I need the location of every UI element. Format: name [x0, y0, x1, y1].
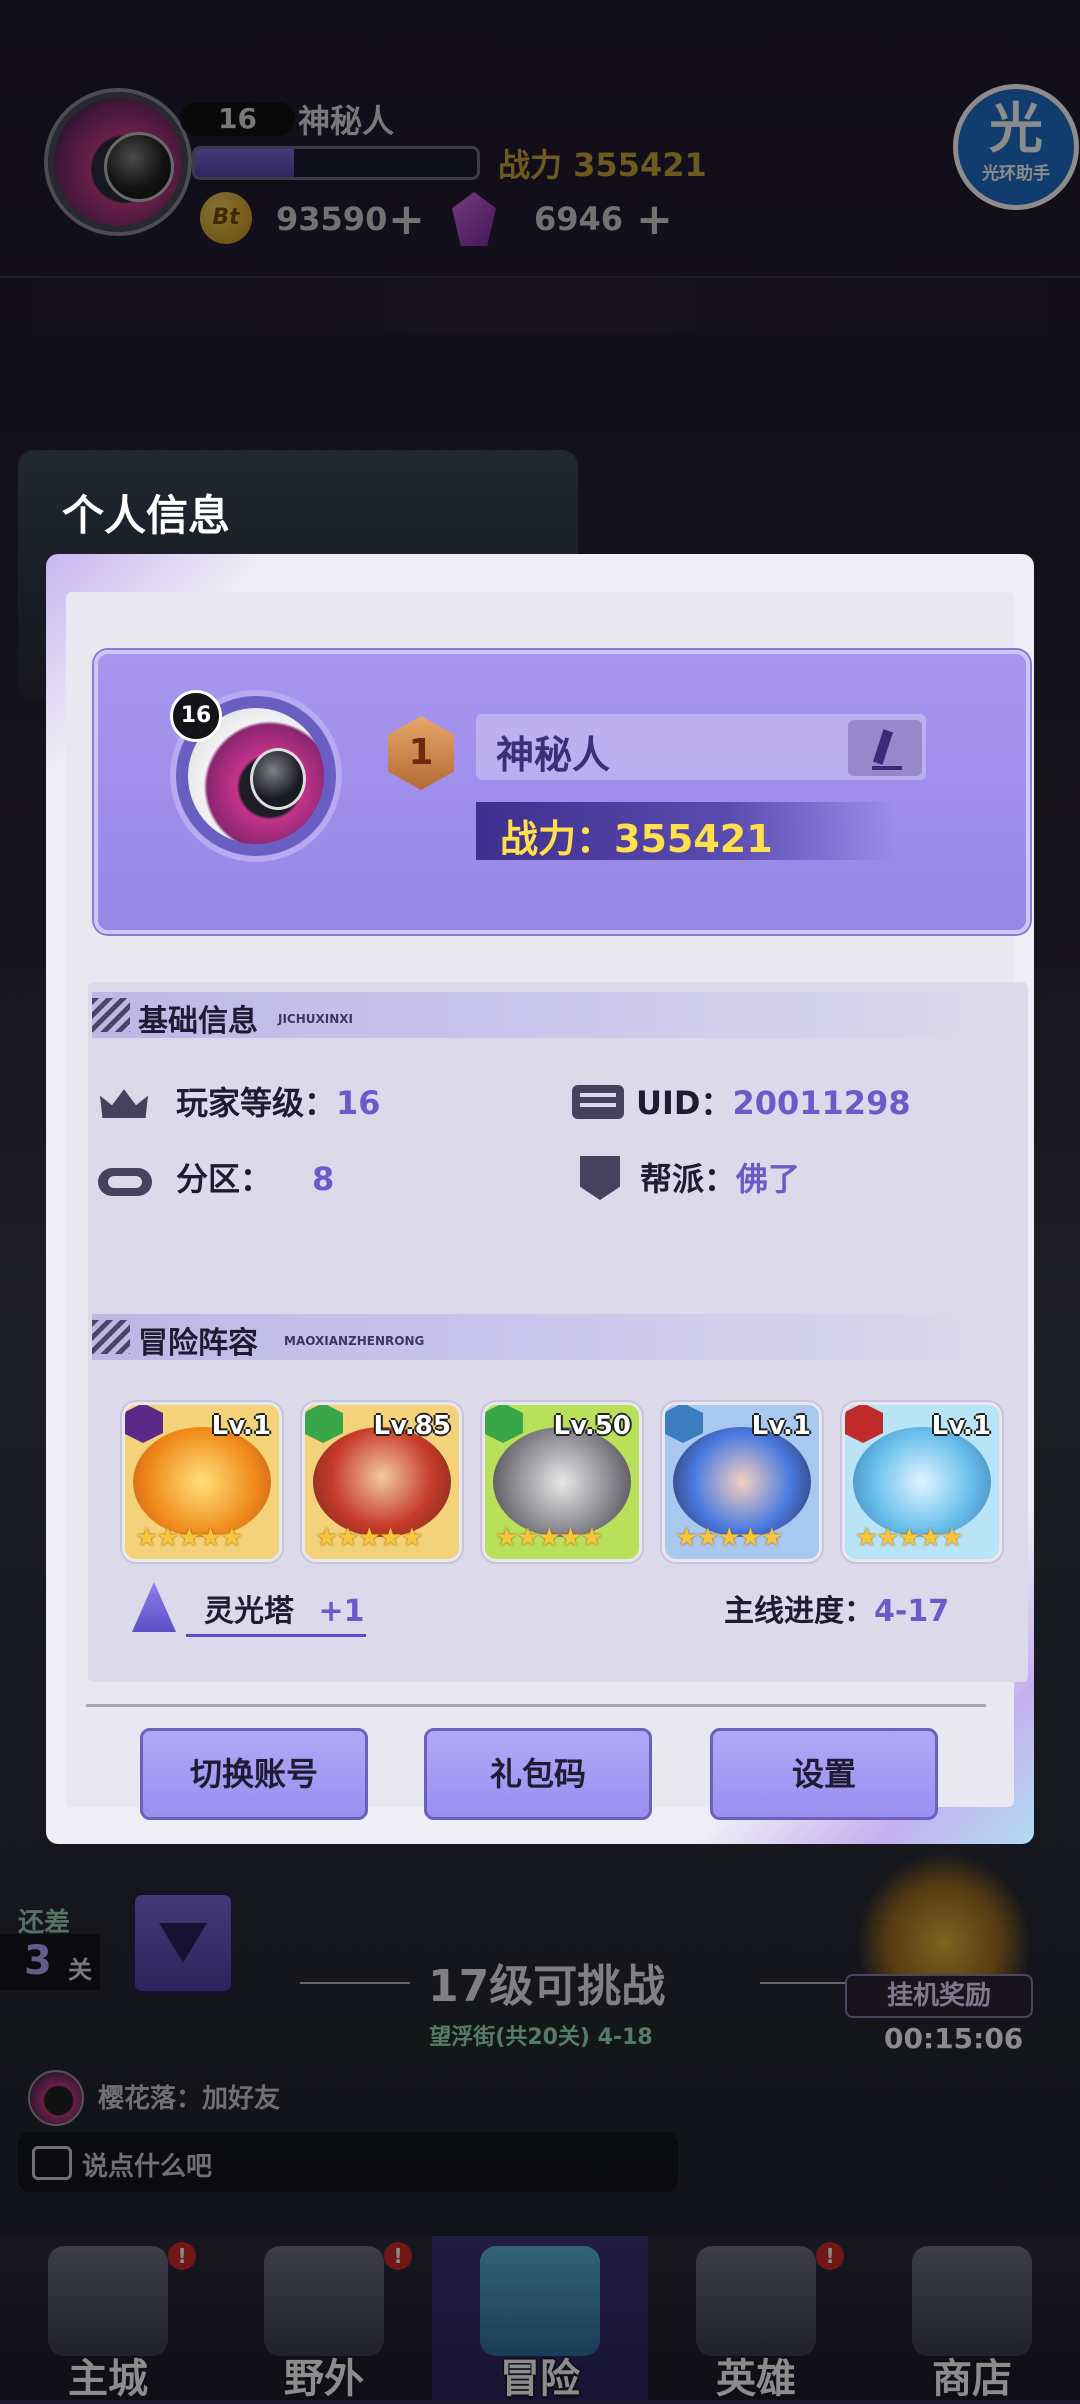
profile-level-badge: 16 — [170, 690, 222, 742]
guild-row: 帮派：佛了 — [640, 1154, 800, 1200]
rank-badge-icon: 1 — [388, 716, 454, 790]
profile-modal: 16 1 神秘人 战力：355421 基础信息 JICHUXINXI 玩家等级：… — [46, 554, 1034, 1844]
server-row: 分区： 8 — [176, 1154, 334, 1200]
element-icon — [665, 1405, 703, 1443]
stripe-icon — [92, 1320, 130, 1354]
basic-info-subtitle: JICHUXINXI — [278, 1012, 353, 1026]
modal-title: 个人信息 — [62, 491, 231, 540]
guild-shield-icon — [580, 1156, 620, 1200]
hero-portrait — [673, 1427, 811, 1537]
main-progress-value: 4-17 — [874, 1594, 950, 1629]
server-value: 8 — [312, 1160, 335, 1198]
player-level-row: 玩家等级：16 — [176, 1078, 381, 1124]
guild-value[interactable]: 佛了 — [736, 1160, 800, 1198]
info-panel: 基础信息 JICHUXINXI 玩家等级：16 UID：20011298 分区：… — [88, 982, 1028, 1682]
player-level-value: 16 — [336, 1084, 381, 1122]
lineup-header: 冒险阵容 MAOXIANZHENRONG — [92, 1314, 1012, 1361]
settings-button[interactable]: 设置 — [710, 1728, 938, 1820]
lineup-subtitle: MAOXIANZHENRONG — [284, 1334, 425, 1348]
hero-portrait — [853, 1427, 991, 1537]
spirit-tower-value: +1 — [318, 1594, 365, 1629]
server-icon — [98, 1168, 152, 1196]
stripe-icon — [92, 998, 130, 1032]
basic-info-header: 基础信息 JICHUXINXI — [92, 992, 1012, 1039]
basic-info-title: 基础信息 — [138, 1004, 258, 1039]
hero-card[interactable]: Lv.1 ★★★★★ — [842, 1402, 1002, 1562]
profile-card: 16 1 神秘人 战力：355421 — [94, 650, 1030, 934]
hero-card[interactable]: Lv.1 ★★★★★ — [662, 1402, 822, 1562]
hero-card[interactable]: Lv.85 ★★★★★ — [302, 1402, 462, 1562]
spirit-tower[interactable]: 灵光塔 +1 — [204, 1586, 364, 1630]
profile-name-box: 神秘人 — [476, 714, 926, 780]
hero-level: Lv.85 — [373, 1411, 451, 1441]
hero-stars: ★★★★★ — [495, 1523, 604, 1553]
id-card-icon — [572, 1085, 624, 1119]
main-progress: 主线进度：4-17 — [724, 1586, 949, 1630]
hero-stars: ★★★★★ — [315, 1523, 424, 1553]
hero-level: Lv.1 — [931, 1411, 991, 1441]
spirit-tower-icon — [132, 1582, 176, 1632]
hero-stars: ★★★★★ — [135, 1523, 244, 1553]
hero-level: Lv.50 — [553, 1411, 631, 1441]
edit-name-button[interactable] — [848, 720, 922, 776]
uid-row: UID：20011298 — [636, 1078, 911, 1124]
spirit-tower-underline — [186, 1634, 366, 1637]
server-label: 分区： — [176, 1160, 273, 1198]
hero-portrait — [493, 1427, 631, 1537]
hero-stars: ★★★★★ — [855, 1523, 964, 1553]
modal-inner: 16 1 神秘人 战力：355421 基础信息 JICHUXINXI 玩家等级：… — [66, 592, 1030, 1820]
element-icon — [305, 1405, 343, 1443]
hero-level: Lv.1 — [751, 1411, 811, 1441]
uid-value[interactable]: 20011298 — [732, 1084, 910, 1122]
profile-name: 神秘人 — [496, 733, 611, 777]
gift-code-button[interactable]: 礼包码 — [424, 1728, 652, 1820]
hero-stars: ★★★★★ — [675, 1523, 784, 1553]
rank-number: 1 — [408, 732, 434, 773]
player-level-label: 玩家等级： — [176, 1084, 337, 1122]
spirit-tower-label: 灵光塔 — [204, 1594, 294, 1629]
main-progress-label: 主线进度： — [724, 1594, 874, 1629]
divider — [86, 1704, 986, 1707]
hero-card[interactable]: Lv.1 ★★★★★ — [122, 1402, 282, 1562]
profile-power: 战力：355421 — [500, 817, 773, 861]
hero-lineup: Lv.1 ★★★★★ Lv.85 ★★★★★ Lv.50 ★★★★★ Lv.1 … — [122, 1402, 1002, 1562]
element-icon — [845, 1405, 883, 1443]
uid-label: UID： — [636, 1084, 733, 1122]
profile-power-box: 战力：355421 — [476, 802, 896, 861]
avatar-visor — [250, 748, 306, 810]
element-icon — [485, 1405, 523, 1443]
hero-card[interactable]: Lv.50 ★★★★★ — [482, 1402, 642, 1562]
hero-level: Lv.1 — [211, 1411, 271, 1441]
switch-account-button[interactable]: 切换账号 — [140, 1728, 368, 1820]
crown-icon — [100, 1089, 148, 1118]
hero-portrait — [313, 1427, 451, 1537]
hero-portrait — [133, 1427, 271, 1537]
guild-label: 帮派： — [640, 1160, 737, 1198]
element-icon — [125, 1405, 163, 1443]
lineup-title: 冒险阵容 — [138, 1326, 258, 1361]
